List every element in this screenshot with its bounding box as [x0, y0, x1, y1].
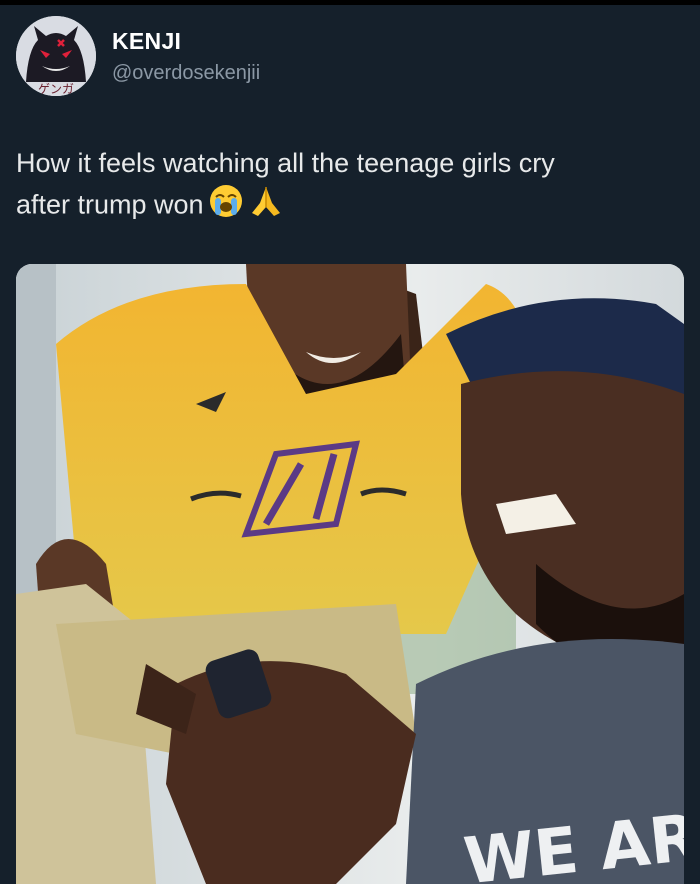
tweet-text: How it feels watching all the teenage gi… [16, 143, 676, 230]
avatar-text: ゲンガ [38, 82, 74, 96]
loudly-crying-face-icon [208, 183, 244, 230]
status-bar-strip [0, 0, 700, 5]
display-name[interactable]: KENJI [112, 28, 181, 55]
tweet-text-line-1: How it feels watching all the teenage gi… [16, 148, 555, 178]
tweet-media-image[interactable]: WE ARI [16, 264, 684, 884]
tweet-text-line-2: after trump won [16, 183, 676, 230]
avatar[interactable]: ゲンガ [16, 16, 96, 96]
tweet-header: ゲンガ KENJI @overdosekenjii [16, 16, 676, 98]
tweet-text-line-2-text: after trump won [16, 189, 204, 220]
ghost-avatar-icon: ゲンガ [16, 16, 96, 96]
user-handle[interactable]: @overdosekenjii [112, 62, 260, 85]
folded-hands-icon [248, 183, 284, 230]
media-photo: WE ARI [16, 264, 684, 884]
